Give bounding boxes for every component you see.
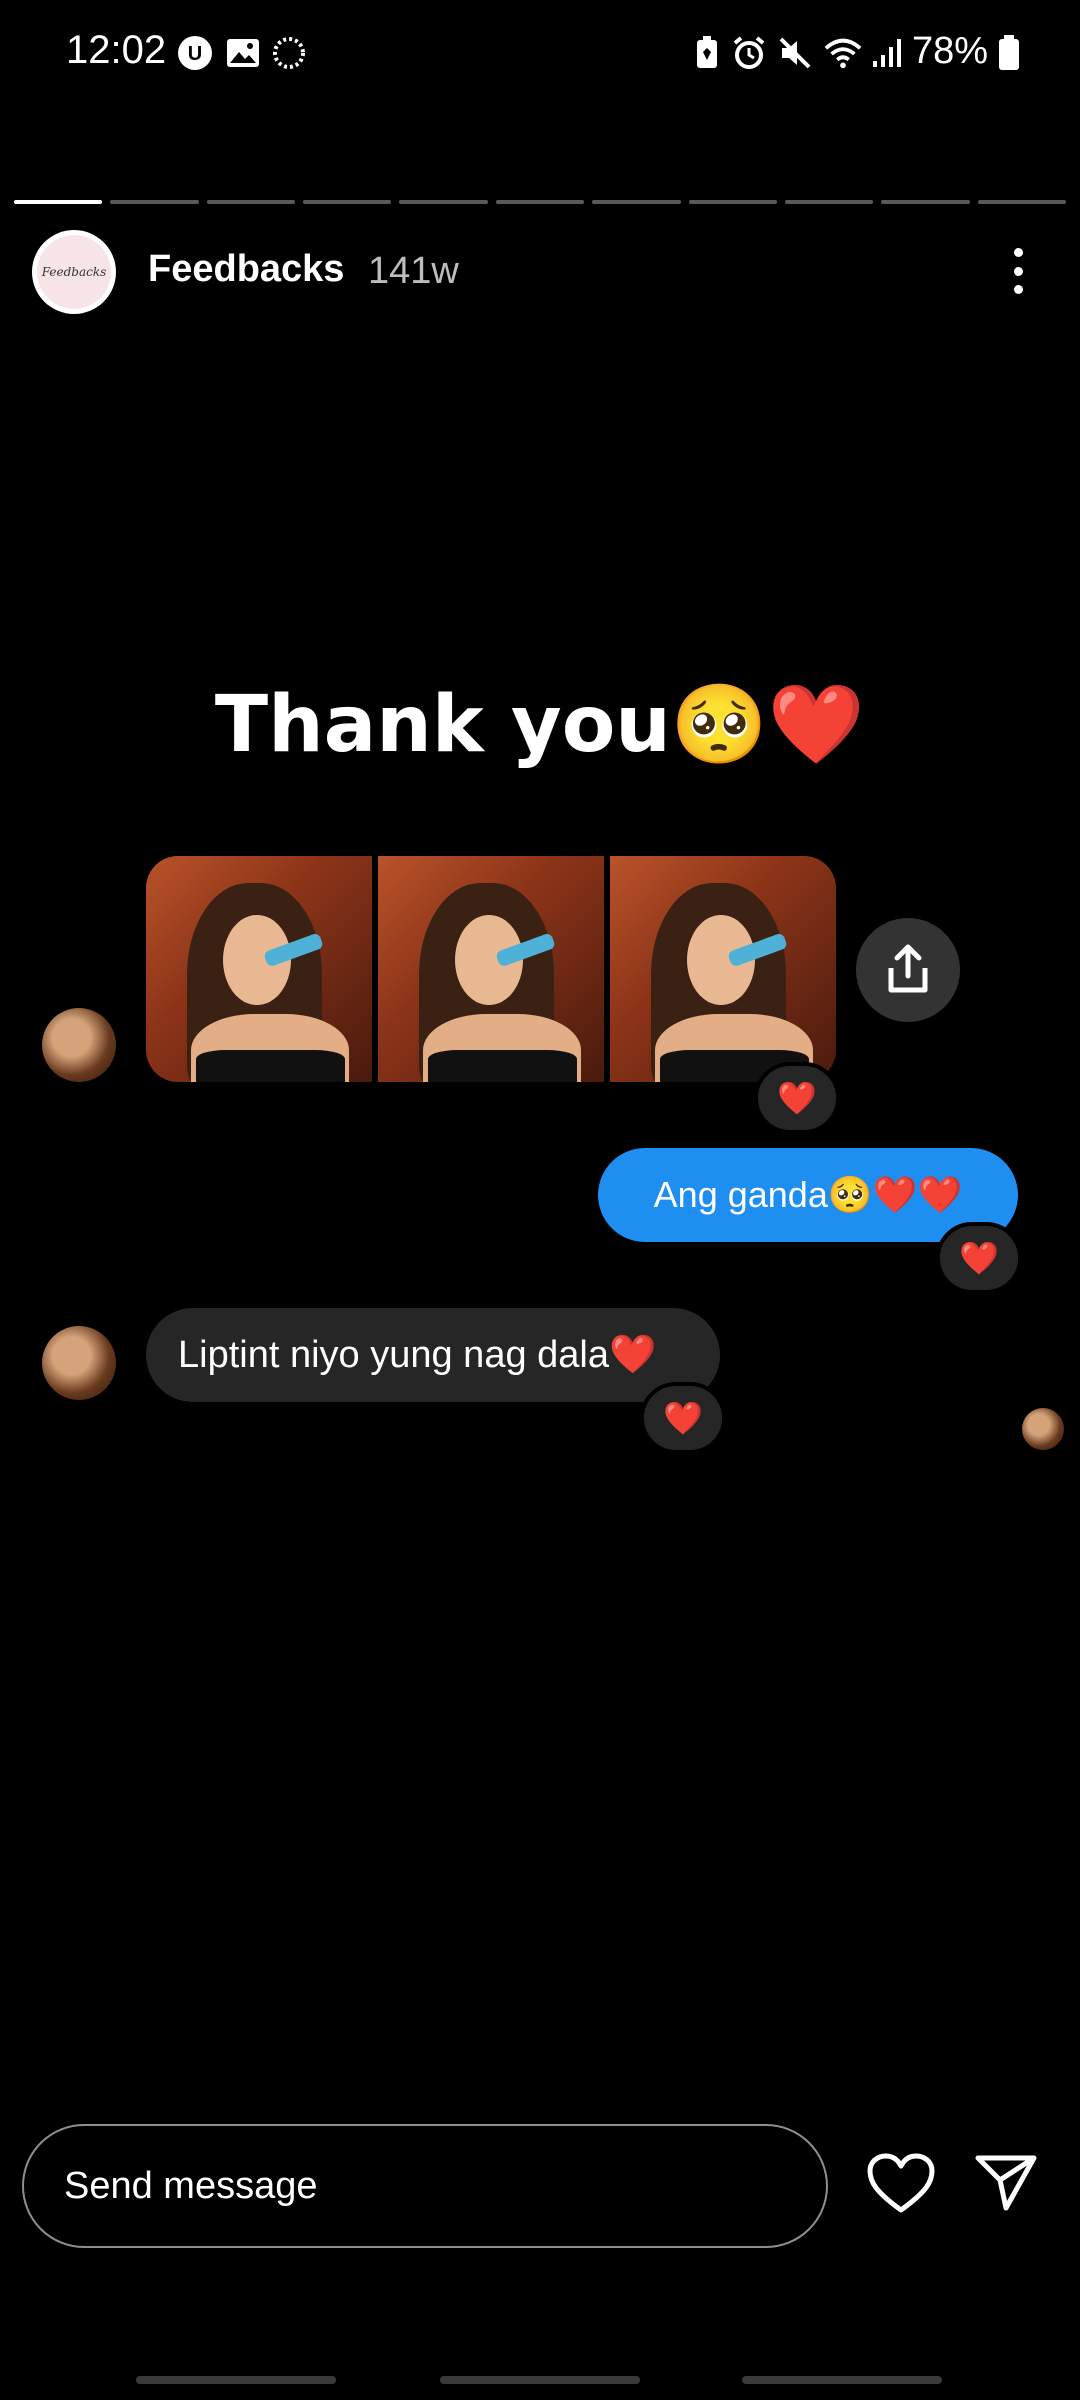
u-notification-icon: U [176, 34, 214, 72]
battery-icon [990, 34, 1028, 72]
shared-photo[interactable] [146, 856, 372, 1082]
clock: 12:02 [66, 28, 167, 72]
battery-percentage: 78% [912, 30, 989, 72]
recents-nav[interactable] [136, 2376, 336, 2384]
outgoing-reaction[interactable]: ❤️ [936, 1222, 1022, 1294]
seen-avatar [1022, 1408, 1064, 1450]
progress-segment [206, 200, 296, 204]
share-icon [888, 944, 928, 993]
incoming-message[interactable]: Liptint niyo yung nag dala❤️ [146, 1308, 720, 1402]
story-progress-bar [14, 200, 1066, 204]
progress-segment [977, 200, 1066, 204]
photo-reaction[interactable]: ❤️ [754, 1062, 840, 1134]
story-caption: Thank you🥺❤️ [214, 680, 866, 770]
composer-placeholder: Send message [64, 2164, 318, 2207]
heart-reaction: ❤️ [663, 1400, 703, 1436]
progress-segment [399, 200, 488, 204]
shared-photo[interactable] [610, 856, 836, 1082]
back-nav[interactable] [742, 2376, 942, 2384]
profile-avatar[interactable]: Feedbacks [32, 230, 116, 314]
loading-icon [270, 34, 308, 72]
avatar-logo-text: Feedbacks [37, 235, 111, 309]
like-button[interactable] [866, 2152, 936, 2216]
signal-icon [868, 34, 906, 72]
progress-segment [303, 200, 392, 204]
navigation-bar [0, 2376, 1080, 2384]
heart-reaction: ❤️ [777, 1080, 817, 1116]
progress-segment [495, 200, 585, 204]
progress-segment [592, 200, 681, 204]
shared-photo[interactable] [378, 856, 604, 1082]
wifi-icon [824, 34, 862, 72]
username[interactable]: Feedbacks [148, 248, 344, 291]
home-nav[interactable] [440, 2376, 640, 2384]
incoming-reaction[interactable]: ❤️ [640, 1382, 726, 1454]
image-icon [224, 34, 262, 72]
battery-saver-icon [688, 34, 726, 72]
progress-segment [688, 200, 777, 204]
sender-avatar[interactable] [42, 1008, 116, 1082]
progress-segment [14, 200, 103, 204]
progress-segment [110, 200, 199, 204]
send-button[interactable] [974, 2150, 1038, 2214]
progress-segment [881, 200, 970, 204]
send-message-input[interactable]: Send message [22, 2124, 828, 2248]
progress-segment [784, 200, 874, 204]
status-bar: 12:02 U 78% [0, 0, 1080, 110]
heart-icon [867, 2153, 935, 2213]
share-button[interactable] [856, 918, 960, 1022]
svg-text:U: U [188, 43, 202, 65]
heart-reaction: ❤️ [959, 1240, 999, 1276]
story-time: 141w [368, 250, 459, 292]
sender-avatar[interactable] [42, 1326, 116, 1400]
paper-plane-icon [975, 2155, 1037, 2211]
mute-icon [776, 34, 814, 72]
more-options-icon[interactable] [1000, 248, 1036, 294]
alarm-icon [730, 34, 768, 72]
